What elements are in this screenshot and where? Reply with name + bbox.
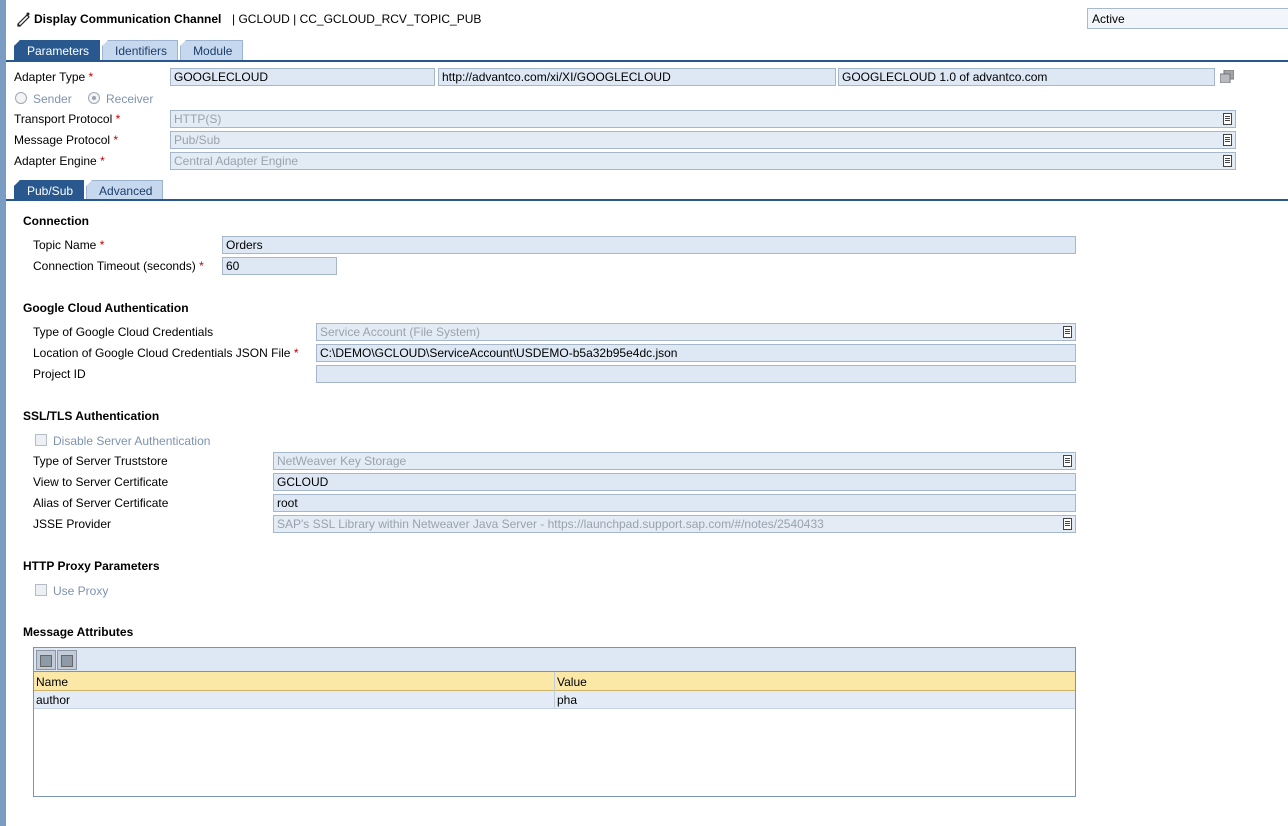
tab-pubsub[interactable]: Pub/Sub — [14, 180, 85, 200]
transport-protocol-label: Transport Protocol * — [14, 112, 121, 126]
server-cert-view-label: View to Server Certificate — [33, 475, 169, 489]
receiver-label: Receiver — [106, 92, 154, 106]
disable-server-auth-checkbox[interactable] — [35, 434, 47, 446]
use-proxy-label: Use Proxy — [53, 584, 109, 598]
dropdown-icon — [1223, 134, 1232, 146]
object-path: | GCLOUD | CC_GCLOUD_RCV_TOPIC_PUB — [232, 12, 482, 26]
truststore-type-select[interactable]: NetWeaver Key Storage — [273, 452, 1076, 470]
copy-icon[interactable] — [1220, 70, 1234, 83]
title-bar: Display Communication Channel | GCLOUD |… — [6, 0, 1288, 38]
adapter-type-field[interactable]: GOOGLECLOUD — [170, 68, 435, 86]
jsse-provider-label: JSSE Provider — [33, 517, 112, 531]
sub-tabs: Pub/Sub Advanced — [14, 180, 165, 200]
attributes-table: Name Value author pha — [33, 647, 1076, 797]
credentials-type-select[interactable]: Service Account (File System) — [316, 323, 1076, 341]
connection-section-title: Connection — [23, 214, 89, 228]
ssl-section-title: SSL/TLS Authentication — [23, 409, 160, 423]
dropdown-icon — [1063, 518, 1072, 530]
project-id-input[interactable] — [316, 365, 1076, 383]
receiver-radio[interactable] — [88, 92, 100, 104]
transport-protocol-select[interactable]: HTTP(S) — [170, 110, 1236, 128]
tab-advanced[interactable]: Advanced — [86, 180, 164, 200]
tab-divider — [6, 60, 1288, 62]
server-cert-alias-label: Alias of Server Certificate — [33, 496, 169, 510]
connection-timeout-input[interactable]: 60 — [222, 257, 337, 275]
credentials-location-label: Location of Google Cloud Credentials JSO… — [33, 346, 299, 360]
truststore-type-label: Type of Server Truststore — [33, 454, 168, 468]
jsse-provider-select[interactable]: SAP's SSL Library within Netweaver Java … — [273, 515, 1076, 533]
main-tabs: Parameters Identifiers Module — [14, 40, 245, 60]
attributes-section-title: Message Attributes — [23, 625, 134, 639]
column-header-name[interactable]: Name — [36, 675, 68, 689]
server-cert-alias-input[interactable]: root — [273, 494, 1076, 512]
tab-parameters[interactable]: Parameters — [14, 40, 101, 60]
dropdown-icon — [1063, 455, 1072, 467]
page-title: Display Communication Channel — [34, 12, 222, 26]
project-id-label: Project ID — [33, 367, 86, 381]
adapter-version-field[interactable]: GOOGLECLOUD 1.0 of advantco.com — [838, 68, 1215, 86]
adapter-engine-select[interactable]: Central Adapter Engine — [170, 152, 1236, 170]
adapter-namespace-field[interactable]: http://advantco.com/xi/XI/GOOGLECLOUD — [438, 68, 836, 86]
column-separator — [554, 672, 555, 709]
delete-row-icon[interactable] — [57, 650, 77, 670]
sender-radio[interactable] — [15, 92, 27, 104]
adapter-engine-label: Adapter Engine * — [14, 154, 105, 168]
left-rail — [0, 0, 6, 826]
message-protocol-label: Message Protocol * — [14, 133, 119, 147]
status-field: Active — [1087, 8, 1288, 29]
message-protocol-select[interactable]: Pub/Sub — [170, 131, 1236, 149]
topic-name-label: Topic Name * — [33, 238, 105, 252]
subtab-divider — [6, 199, 1288, 201]
pencil-display-icon — [17, 12, 30, 27]
credentials-type-label: Type of Google Cloud Credentials — [33, 325, 214, 339]
sender-label: Sender — [33, 92, 72, 106]
table-toolbar — [34, 648, 1075, 672]
adapter-type-label: Adapter Type * — [14, 70, 94, 84]
disable-server-auth-label: Disable Server Authentication — [53, 434, 211, 448]
dropdown-icon — [1063, 326, 1072, 338]
dropdown-icon — [1223, 155, 1232, 167]
tab-identifiers[interactable]: Identifiers — [102, 40, 179, 60]
server-cert-view-input[interactable]: GCLOUD — [273, 473, 1076, 491]
cell-name[interactable]: author — [36, 693, 70, 707]
cell-value[interactable]: pha — [557, 693, 577, 707]
dropdown-icon — [1223, 113, 1232, 125]
gcauth-section-title: Google Cloud Authentication — [23, 301, 189, 315]
topic-name-input[interactable]: Orders — [222, 236, 1076, 254]
tab-module[interactable]: Module — [180, 40, 244, 60]
column-header-value[interactable]: Value — [557, 675, 587, 689]
connection-timeout-label: Connection Timeout (seconds) * — [33, 259, 204, 273]
use-proxy-checkbox[interactable] — [35, 584, 47, 596]
proxy-section-title: HTTP Proxy Parameters — [23, 559, 160, 573]
credentials-location-input[interactable]: C:\DEMO\GCLOUD\ServiceAccount\USDEMO-b5a… — [316, 344, 1076, 362]
add-row-icon[interactable] — [36, 650, 56, 670]
